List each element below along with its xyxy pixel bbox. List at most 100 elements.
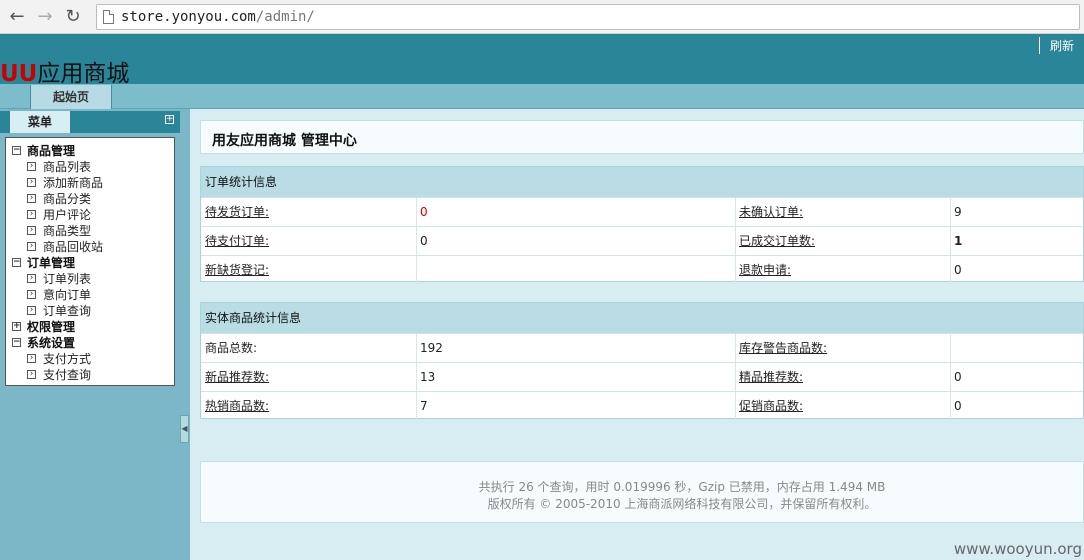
menu-item-label: 商品回收站 — [43, 240, 104, 254]
stock-warning-link[interactable]: 库存警告商品数: — [739, 334, 949, 362]
unconfirmed-orders-count: 9 — [954, 205, 962, 219]
menu-item-label: 订单查询 — [43, 304, 92, 318]
order-stats-panel: 订单统计信息 待发货订单: 0 未确认订单: 9 待支付订单: 0 已成交订单数… — [200, 166, 1084, 284]
promotion-count: 0 — [954, 399, 962, 413]
menu-item-user-comments[interactable]: › 用户评论 — [6, 207, 174, 223]
menu-group-orders[interactable]: − 订单管理 — [6, 255, 174, 271]
expand-icon[interactable]: + — [12, 322, 21, 331]
menu-group-label: 商品管理 — [27, 144, 76, 158]
menu-item-goods-category[interactable]: › 商品分类 — [6, 191, 174, 207]
pending-shipment-count: 0 — [420, 205, 428, 219]
menu-group-goods[interactable]: − 商品管理 — [6, 143, 174, 159]
menu-header: 菜单 + — [0, 111, 180, 133]
pending-payment-link[interactable]: 待支付订单: — [205, 227, 415, 255]
main-content: 用友应用商城 管理中心 订单统计信息 待发货订单: 0 未确认订单: 9 待支付… — [190, 109, 1084, 560]
menu-item-order-list[interactable]: › 订单列表 — [6, 271, 174, 287]
featured-link[interactable]: 精品推荐数: — [739, 363, 949, 391]
menu-item-goods-type[interactable]: › 商品类型 — [6, 223, 174, 239]
completed-orders-count: 1 — [954, 234, 963, 248]
menu-item-payment-methods[interactable]: › 支付方式 — [6, 351, 174, 367]
menu-item-label: 商品分类 — [43, 192, 92, 206]
menu-item-payment-query[interactable]: › 支付查询 — [6, 367, 174, 383]
url-text[interactable]: store.yonyou.com/admin/ — [121, 9, 315, 25]
forward-arrow-icon[interactable]: → — [34, 6, 56, 28]
collapse-icon[interactable]: − — [12, 258, 21, 267]
menu-item-label: 添加新商品 — [43, 176, 104, 190]
browser-toolbar: ← → ↻ store.yonyou.com/admin/ — [0, 0, 1084, 34]
reload-icon[interactable]: ↻ — [62, 6, 84, 28]
address-bar[interactable]: store.yonyou.com/admin/ — [96, 4, 1080, 30]
table-row: 商品总数: 192 库存警告商品数: — [201, 333, 1083, 362]
copyright-text: 版权所有 © 2005-2010 上海商派网络科技有限公司，并保留所有权利。 — [487, 497, 877, 511]
menu-item-label: 订单列表 — [43, 272, 92, 286]
menu-tab[interactable]: 菜单 — [10, 111, 70, 133]
hot-sales-count: 7 — [420, 399, 428, 413]
leaf-icon: › — [27, 354, 36, 363]
leaf-icon: › — [27, 242, 36, 251]
menu-group-permissions[interactable]: + 权限管理 — [6, 319, 174, 335]
menu-item-label: 支付查询 — [43, 368, 92, 382]
leaf-icon: › — [27, 306, 36, 315]
menu-item-intent-orders[interactable]: › 意向订单 — [6, 287, 174, 303]
collapse-icon[interactable]: − — [12, 338, 21, 347]
leaf-icon: › — [27, 290, 36, 299]
watermark: www.wooyun.org — [953, 540, 1082, 558]
leaf-icon: › — [27, 162, 36, 171]
unconfirmed-orders-link[interactable]: 未确认订单: — [739, 198, 949, 226]
pending-shipment-link[interactable]: 待发货订单: — [205, 198, 415, 226]
sidebar: 菜单 + − 商品管理 › 商品列表 › 添加新商品 › 商品分类 › 用户评论 › 商品类… — [0, 109, 190, 560]
menu-group-label: 订单管理 — [27, 256, 76, 270]
page-title: 用友应用商城 管理中心 — [212, 133, 357, 149]
leaf-icon: › — [27, 226, 36, 235]
featured-count: 0 — [954, 370, 962, 384]
table-row: 待发货订单: 0 未确认订单: 9 — [201, 197, 1083, 226]
menu-item-add-goods[interactable]: › 添加新商品 — [6, 175, 174, 191]
out-of-stock-link[interactable]: 新缺货登记: — [205, 256, 415, 284]
leaf-icon: › — [27, 370, 36, 379]
total-goods-label: 商品总数: — [205, 341, 258, 355]
menu-item-label: 商品类型 — [43, 224, 92, 238]
promotion-link[interactable]: 促销商品数: — [739, 392, 949, 420]
refund-requests-count: 0 — [954, 263, 962, 277]
goods-stats-panel: 实体商品统计信息 商品总数: 192 库存警告商品数: 新品推荐数: 13 精品… — [200, 302, 1084, 420]
total-goods-count: 192 — [420, 341, 443, 355]
refresh-link[interactable]: 刷新 — [1038, 37, 1074, 54]
collapse-icon[interactable]: − — [12, 146, 21, 155]
url-path: /admin/ — [255, 9, 315, 25]
hot-sales-link[interactable]: 热销商品数: — [205, 392, 415, 420]
menu-group-label: 权限管理 — [27, 320, 76, 334]
menu-item-order-query[interactable]: › 订单查询 — [6, 303, 174, 319]
menu-item-label: 支付方式 — [43, 352, 92, 366]
menu-item-goods-list[interactable]: › 商品列表 — [6, 159, 174, 175]
menu-item-label: 用户评论 — [43, 208, 92, 222]
new-recommended-count: 13 — [420, 370, 436, 384]
panel-heading: 实体商品统计信息 — [201, 303, 1083, 333]
query-stats-text: 共执行 26 个查询，用时 0.019996 秒，Gzip 已禁用，内存占用 1… — [478, 480, 886, 494]
back-arrow-icon[interactable]: ← — [6, 6, 28, 28]
out-of-stock-count — [420, 256, 738, 284]
table-row: 新品推荐数: 13 精品推荐数: 0 — [201, 362, 1083, 391]
table-row: 新缺货登记: 退款申请: 0 — [201, 255, 1083, 284]
table-row: 热销商品数: 7 促销商品数: 0 — [201, 391, 1083, 420]
stock-warning-count — [954, 334, 1084, 362]
url-host: store.yonyou.com — [121, 9, 256, 25]
app-header: UU应用商城 刷新 — [0, 34, 1084, 87]
pending-payment-count: 0 — [420, 234, 428, 248]
menu-group-label: 系统设置 — [27, 336, 76, 350]
menu-tree: − 商品管理 › 商品列表 › 添加新商品 › 商品分类 › 用户评论 › 商品类型 › 商品… — [5, 137, 175, 386]
menu-group-system[interactable]: − 系统设置 — [6, 335, 174, 351]
refund-requests-link[interactable]: 退款申请: — [739, 256, 949, 284]
menu-item-goods-trash[interactable]: › 商品回收站 — [6, 239, 174, 255]
new-recommended-link[interactable]: 新品推荐数: — [205, 363, 415, 391]
tab-bar: 起始页 — [0, 84, 1084, 109]
expand-all-icon[interactable]: + — [165, 115, 174, 124]
completed-orders-link[interactable]: 已成交订单数: — [739, 227, 949, 255]
leaf-icon: › — [27, 178, 36, 187]
menu-item-label: 意向订单 — [43, 288, 92, 302]
logo: UU应用商城 — [0, 54, 129, 88]
leaf-icon: › — [27, 210, 36, 219]
sidebar-collapse-handle[interactable]: ◀ — [180, 415, 189, 443]
menu-item-label: 商品列表 — [43, 160, 92, 174]
tab-start-page[interactable]: 起始页 — [30, 85, 112, 109]
leaf-icon: › — [27, 274, 36, 283]
